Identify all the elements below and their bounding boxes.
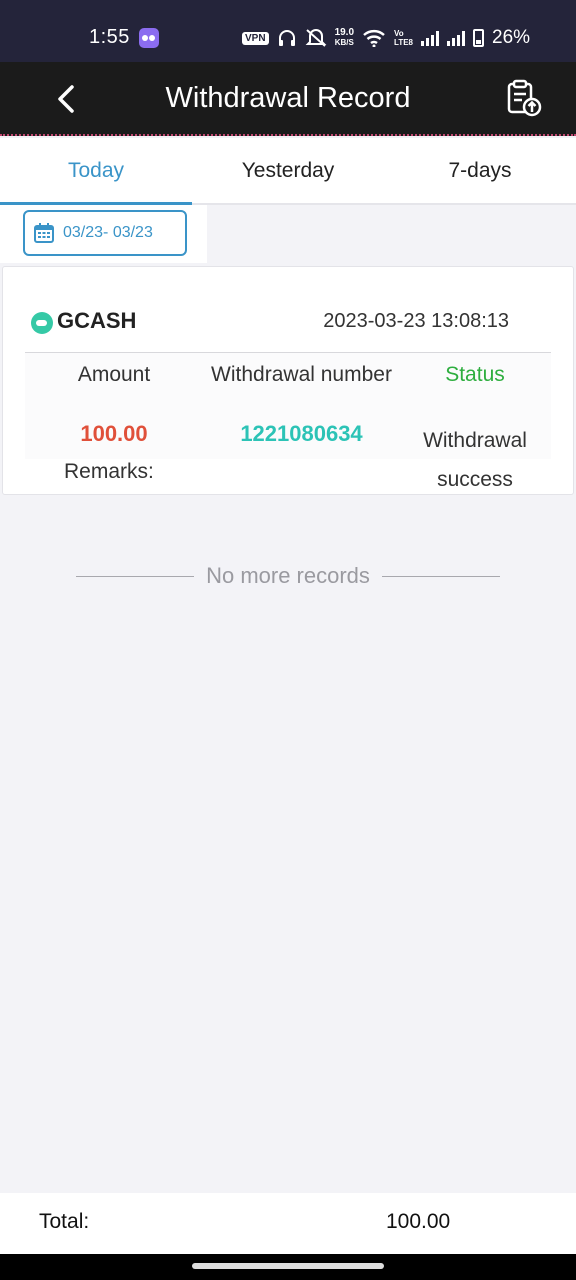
tab-7-days[interactable]: 7-days — [384, 138, 576, 203]
gcash-logo-icon — [31, 312, 53, 334]
date-range-button[interactable]: 03/23- 03/23 — [23, 210, 187, 256]
total-value: 100.00 — [386, 1210, 451, 1233]
clipboard-upload-icon[interactable] — [503, 78, 543, 118]
date-tabs: Today Yesterday 7-days — [0, 138, 576, 205]
tab-yesterday[interactable]: Yesterday — [192, 138, 384, 203]
status-icons: VPN 19.0 KB/S Vo LTE8 26% — [242, 24, 530, 52]
signal-icon — [421, 30, 439, 46]
headphones-icon — [278, 30, 295, 46]
speed-value: 19.0 — [334, 27, 355, 38]
lte-bottom: LTE8 — [394, 38, 413, 47]
speed-unit: KB/S — [334, 38, 354, 47]
withdrawal-number-value: 1221080634 — [240, 421, 363, 446]
mute-icon — [305, 29, 326, 47]
page-title: Withdrawal Record — [165, 82, 411, 114]
system-nav-bar — [0, 1254, 576, 1280]
record-card[interactable]: GCASH 2023-03-23 13:08:13 Amount Withdra… — [2, 266, 574, 495]
record-datetime: 2023-03-23 13:08:13 — [323, 310, 509, 332]
vpn-badge: VPN — [242, 31, 269, 45]
remarks-label: Remarks: — [64, 460, 154, 483]
status-header: Status — [445, 363, 505, 386]
lte-indicator: Vo LTE8 — [394, 29, 413, 47]
lte-top: Vo — [394, 29, 404, 38]
status-line-2: success — [437, 468, 513, 491]
amount-header: Amount — [77, 363, 151, 386]
wifi-icon — [363, 30, 385, 47]
no-more-text: No more records — [206, 563, 370, 588]
status-time: 1:55 — [89, 26, 130, 48]
battery-icon — [473, 29, 484, 47]
total-footer: Total: 100.00 — [0, 1193, 576, 1254]
app-badge-icon — [139, 28, 159, 48]
battery-percent: 26% — [492, 27, 531, 48]
no-more-records: No more records — [0, 563, 576, 589]
signal-icon-2 — [447, 30, 465, 46]
withdrawal-number-header: Withdrawal number — [211, 363, 392, 386]
date-filter-bar: 03/23- 03/23 — [0, 205, 207, 263]
divider-line-right — [381, 575, 500, 577]
total-label: Total: — [39, 1210, 90, 1233]
payment-method: GCASH — [57, 308, 137, 333]
status-value: Withdrawal success — [395, 421, 555, 499]
network-speed: 19.0 KB/S — [335, 28, 354, 48]
amount-value: 100.00 — [80, 421, 148, 446]
status-bar: 1:55 VPN 19.0 KB/S Vo LTE8 26% — [0, 0, 576, 62]
calendar-icon — [34, 223, 54, 243]
tab-today[interactable]: Today — [0, 138, 192, 205]
divider-line-left — [76, 575, 195, 577]
app-header: Withdrawal Record — [0, 62, 576, 136]
status-line-1: Withdrawal — [423, 429, 527, 452]
home-handle[interactable] — [192, 1263, 384, 1269]
date-range-text: 03/23- 03/23 — [63, 224, 153, 241]
